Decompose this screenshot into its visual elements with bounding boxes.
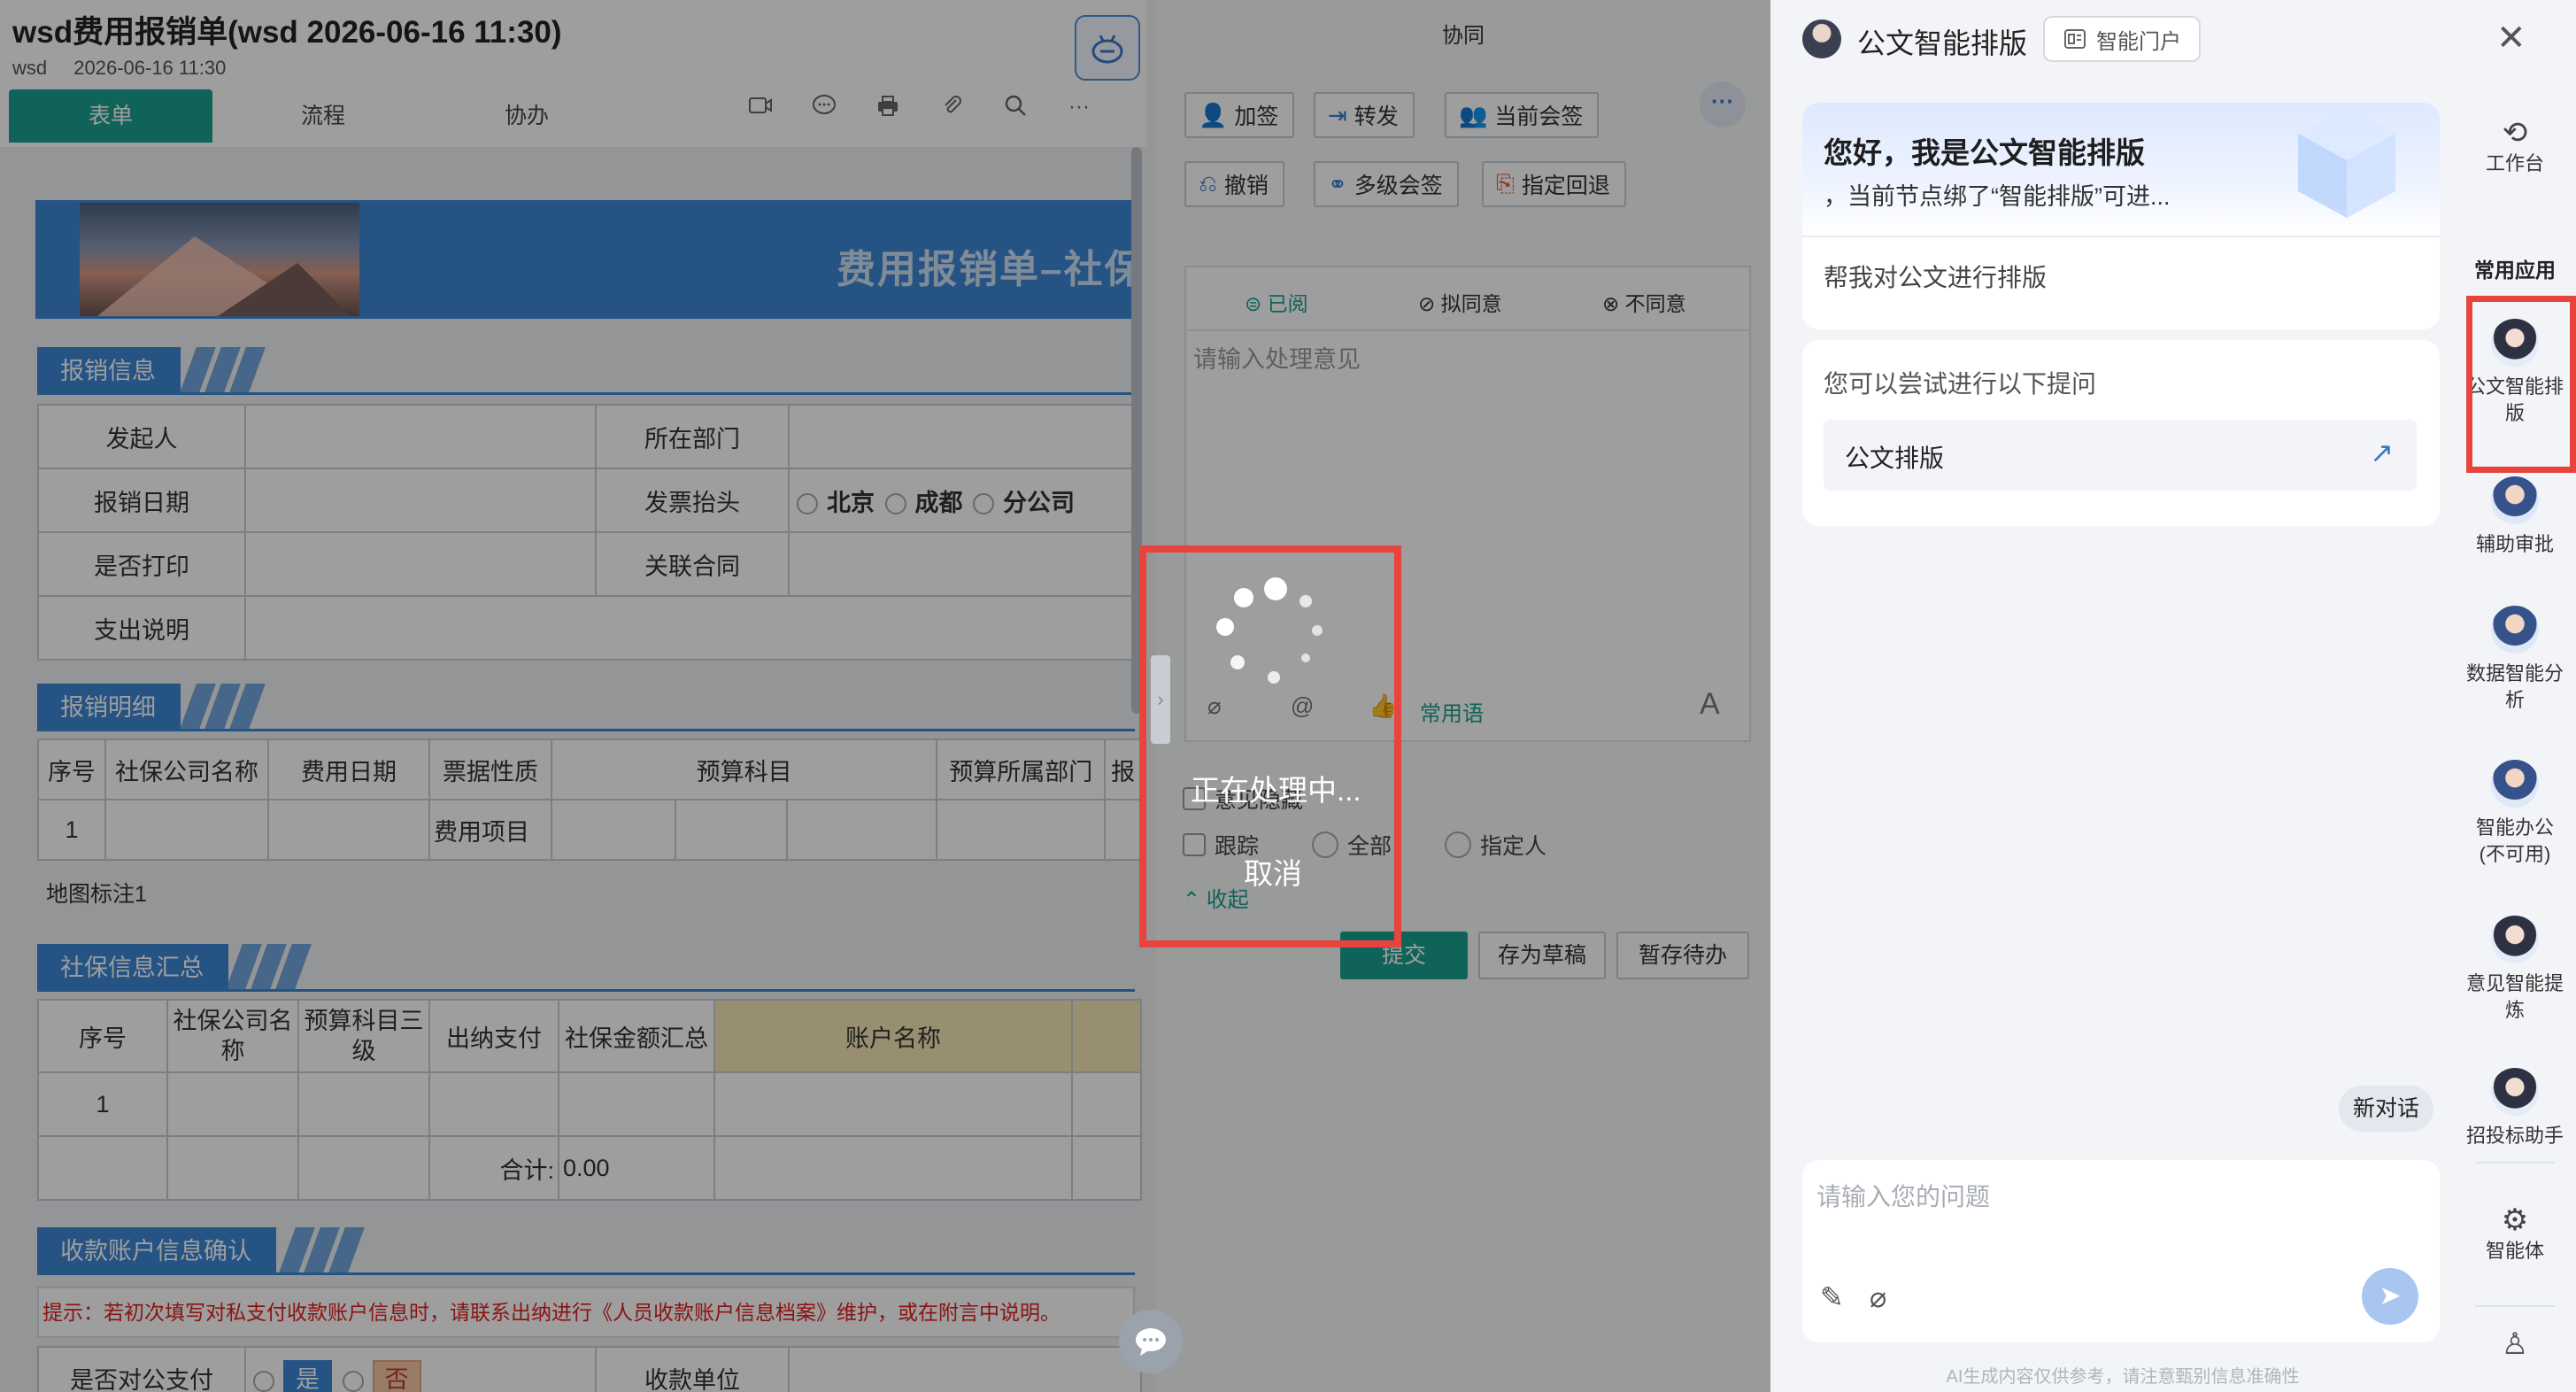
chat-float-button[interactable] bbox=[1119, 1310, 1183, 1373]
suggestion-title: 您可以尝试进行以下提问 bbox=[1824, 370, 2097, 398]
arrow-up-right-icon: ↗ bbox=[2370, 437, 2394, 468]
app-avatar bbox=[2491, 1068, 2539, 1116]
agent-icon: ⚙ bbox=[2501, 1203, 2529, 1237]
selected-app-highlight bbox=[2466, 296, 2576, 473]
app-avatar bbox=[2491, 606, 2539, 653]
app-label: 辅助审批 bbox=[2475, 533, 2554, 555]
profile-nav[interactable]: ♙ bbox=[2466, 1326, 2564, 1362]
agent-nav[interactable]: ⚙ 智能体 bbox=[2466, 1203, 2564, 1264]
suggestion-item[interactable]: 公文排版 ↗ bbox=[1824, 420, 2417, 491]
nav-label: 工作台 bbox=[2485, 152, 2544, 174]
app-avatar bbox=[2491, 760, 2539, 808]
welcome-card: 您好，我是公文智能排版 ，当前节点绑了“智能排版”可进... 帮我对公文进行排版 bbox=[1802, 103, 2440, 329]
app-label: 数据智能分析 bbox=[2466, 662, 2564, 711]
user-icon: ♙ bbox=[2501, 1327, 2529, 1361]
app-opinion-extract[interactable]: 意见智能提炼 bbox=[2466, 916, 2564, 1024]
app-avatar bbox=[2491, 476, 2539, 524]
divider bbox=[1802, 236, 2440, 237]
divider bbox=[2475, 1162, 2555, 1164]
magic-wand-icon[interactable]: ✎ bbox=[1820, 1280, 1844, 1314]
suggestion-card: 您可以尝试进行以下提问 公文排版 ↗ bbox=[1802, 340, 2440, 526]
cube-illustration-icon bbox=[2298, 107, 2395, 218]
suggestion-label: 公文排版 bbox=[1845, 445, 1945, 472]
portal-label: 智能门户 bbox=[2096, 29, 2181, 54]
smart-portal-button[interactable]: 智能门户 bbox=[2043, 16, 2201, 62]
ai-title: 公文智能排版 bbox=[1857, 27, 2028, 59]
app-smart-office[interactable]: 智能办公(不可用) bbox=[2466, 760, 2564, 868]
divider bbox=[2475, 1305, 2555, 1307]
nav-label: 智能体 bbox=[2485, 1240, 2544, 1262]
group-heading: 常用应用 bbox=[2474, 259, 2556, 282]
app-label: 智能办公(不可用) bbox=[2475, 816, 2554, 865]
ai-avatar bbox=[1802, 19, 1841, 58]
attach-icon[interactable]: ⌀ bbox=[1870, 1280, 1886, 1314]
portal-icon bbox=[2064, 29, 2086, 49]
app-label: 意见智能提炼 bbox=[2466, 972, 2564, 1021]
welcome-subtext: ，当前节点绑了“智能排版”可进... bbox=[1824, 183, 2171, 210]
loading-highlight-box bbox=[1139, 545, 1401, 947]
loading-overlay bbox=[0, 0, 1770, 1392]
app-assist-approval[interactable]: 辅助审批 bbox=[2466, 476, 2564, 558]
app-bidding[interactable]: 招投标助手 bbox=[2466, 1068, 2564, 1156]
help-prompt[interactable]: 帮我对公文进行排版 bbox=[1824, 259, 2047, 294]
welcome-heading: 您好，我是公文智能排版 bbox=[1824, 136, 2145, 169]
ai-disclaimer: AI生成内容仅供参考，请注意甄别信息准确性 bbox=[1946, 1367, 2300, 1387]
app-label: 招投标助手 bbox=[2466, 1125, 2564, 1147]
workbench-nav[interactable]: ⟲ 工作台 bbox=[2466, 115, 2564, 177]
chat-bubble-icon bbox=[1136, 1328, 1166, 1356]
common-apps-heading: 常用应用 bbox=[2466, 253, 2564, 283]
new-chat-button[interactable]: 新对话 bbox=[2339, 1086, 2434, 1132]
ai-panel: 公文智能排版 智能门户 ✕ 您好，我是公文智能排版 ，当前节点绑了“智能排版”可… bbox=[1778, 0, 2576, 1392]
chat-input[interactable]: 请输入您的问题 bbox=[1816, 1178, 1990, 1213]
close-icon[interactable]: ✕ bbox=[2496, 18, 2526, 58]
app-data-analysis[interactable]: 数据智能分析 bbox=[2466, 606, 2564, 714]
chat-input-box: 请输入您的问题 ✎ ⌀ ➤ bbox=[1802, 1160, 2440, 1342]
app-avatar bbox=[2491, 916, 2539, 963]
ai-header: 公文智能排版 智能门户 ✕ bbox=[1778, 0, 2576, 76]
send-button[interactable]: ➤ bbox=[2362, 1268, 2418, 1325]
ai-side-nav: ⟲ 工作台 常用应用 公文智能排版 辅助审批 数据智能分析 智能办公(不可用) … bbox=[2466, 94, 2564, 1392]
workbench-icon: ⟲ bbox=[2502, 116, 2528, 150]
